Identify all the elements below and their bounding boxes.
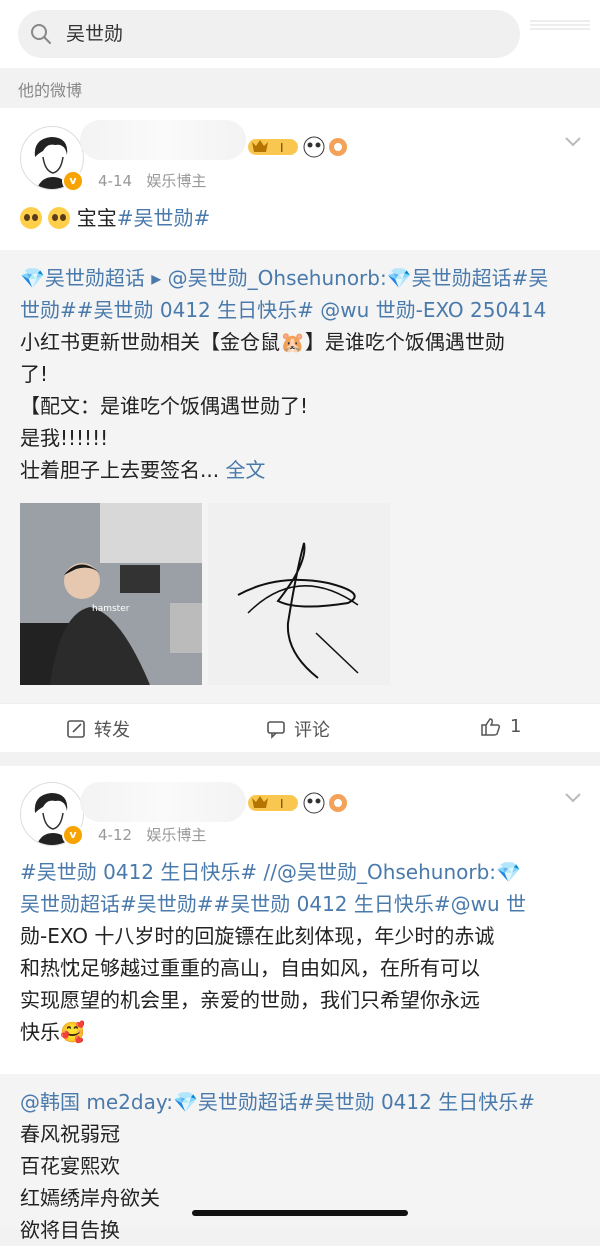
photo-caption: hamster (92, 604, 130, 614)
repost-body: 💎吴世勋超话 ▸ @吴世勋_Ohsehunorb:💎吴世勋超话#吴 世勋##吴世… (20, 262, 585, 486)
search-query: 吴世勋 (66, 23, 124, 45)
post-card[interactable]: v I 4-12 娱乐博主 #吴世勋 0412 生日快乐# //@吴世勋_Ohs… (0, 766, 600, 1074)
post-date: 4-14 (98, 172, 133, 190)
badge-level: I (280, 797, 284, 811)
verified-badge-icon: v (62, 170, 84, 192)
pleading-face-icon (20, 207, 42, 229)
repost-photo[interactable]: hamster (20, 503, 202, 685)
share-icon (67, 720, 85, 738)
like-count: 1 (510, 716, 522, 737)
post-line: 实现愿望的机会里，亲爱的世勋，我们只希望你永远 (20, 988, 480, 1012)
photo-person-icon: hamster (20, 503, 202, 685)
repost-line: 世勋##吴世勋 0412 生日快乐# @wu 世勋-EXO 250414 (20, 298, 547, 322)
section-label: 他的微博 (18, 81, 83, 100)
repost-line: 春风祝弱冠 (20, 1122, 120, 1146)
repost-box[interactable]: @韩国 me2day:💎吴世勋超话#吴世勋 0412 生日快乐# 春风祝弱冠 百… (0, 1074, 600, 1242)
repost-line: 欲将目告换 (20, 1218, 120, 1242)
repost-line: 了! (20, 362, 49, 386)
post-body: 宝宝#吴世勋# (20, 202, 210, 234)
home-indicator[interactable] (192, 1210, 408, 1216)
chevron-down-icon[interactable] (564, 136, 582, 148)
post-line: 勋-EXO 十八岁时的回旋镖在此刻体现，年少时的赤诚 (20, 924, 495, 948)
post-action-bar: 转发 评论 1 (0, 703, 600, 752)
post-body: #吴世勋 0412 生日快乐# //@吴世勋_Ohsehunorb:💎 吴世勋超… (20, 856, 585, 1048)
comment-icon (267, 721, 285, 739)
repost-line[interactable]: @韩国 me2day:💎吴世勋超话#吴世勋 0412 生日快乐# (20, 1086, 585, 1118)
search-input[interactable]: 吴世勋 (18, 10, 520, 58)
badge-level: I (280, 141, 284, 155)
thumbs-up-icon (481, 717, 501, 736)
post-line: 和热忱足够越过重重的高山，自由如风，在所有可以 (20, 956, 480, 980)
repost-line: 是我!!!!!! (20, 426, 109, 450)
post-line[interactable]: #吴世勋 0412 生日快乐# //@吴世勋_Ohsehunorb:💎 (20, 856, 585, 888)
post-role: 娱乐博主 (146, 826, 207, 844)
repost-line: 百花宴熙欢 (20, 1154, 120, 1178)
post-meta: 4-14 娱乐博主 (98, 170, 206, 191)
verified-badge-icon: v (62, 824, 84, 846)
post-line: 快乐🥰 (20, 1020, 85, 1044)
hashtag-link[interactable]: #吴世勋# (117, 206, 211, 230)
member-badges-icon: I (248, 136, 347, 158)
repost-photo[interactable] (208, 503, 390, 685)
post-role: 娱乐博主 (146, 172, 207, 190)
repost-box[interactable]: 💎吴世勋超话 ▸ @吴世勋_Ohsehunorb:💎吴世勋超话#吴 世勋##吴世… (0, 250, 600, 703)
username-blurred[interactable] (80, 782, 246, 822)
pleading-face-icon (48, 207, 71, 229)
comment-label: 评论 (294, 720, 330, 741)
post-line[interactable]: 吴世勋超话#吴世勋##吴世勋 0412 生日快乐#@wu 世 (20, 888, 585, 920)
repost-line: 【配文：是谁吃个饭偶遇世勋了! (20, 394, 309, 418)
username-blurred[interactable] (80, 120, 246, 160)
repost-line[interactable]: 💎吴世勋超话 ▸ @吴世勋_Ohsehunorb:💎吴世勋超话#吴 (20, 262, 585, 294)
comment-button[interactable]: 评论 (266, 716, 330, 742)
read-more-link[interactable]: 全文 (225, 458, 265, 482)
fade-edge-icon (530, 20, 590, 30)
post-meta: 4-12 娱乐博主 (98, 824, 206, 845)
repost-label: 转发 (94, 720, 130, 741)
post-text-plain: 宝宝 (76, 206, 117, 230)
signature-icon (208, 503, 390, 685)
post-date: 4-12 (98, 826, 133, 844)
section-header: 他的微博 (0, 68, 600, 108)
post-card[interactable]: v I 4-14 娱乐博主 宝宝#吴世勋# (0, 108, 600, 250)
search-icon (31, 24, 51, 44)
repost-line: 小红书更新世勋相关【金仓鼠🐹】是谁吃个饭偶遇世勋 (20, 330, 505, 354)
repost-body: @韩国 me2day:💎吴世勋超话#吴世勋 0412 生日快乐# 春风祝弱冠 百… (20, 1086, 585, 1246)
member-badges-icon: I (248, 792, 347, 814)
repost-button[interactable]: 转发 (66, 716, 130, 742)
like-button[interactable]: 1 (480, 716, 521, 737)
chevron-down-icon[interactable] (564, 792, 582, 804)
repost-line: 壮着胆子上去要签名... 全文 (20, 458, 266, 482)
search-header: 吴世勋 (0, 0, 600, 68)
